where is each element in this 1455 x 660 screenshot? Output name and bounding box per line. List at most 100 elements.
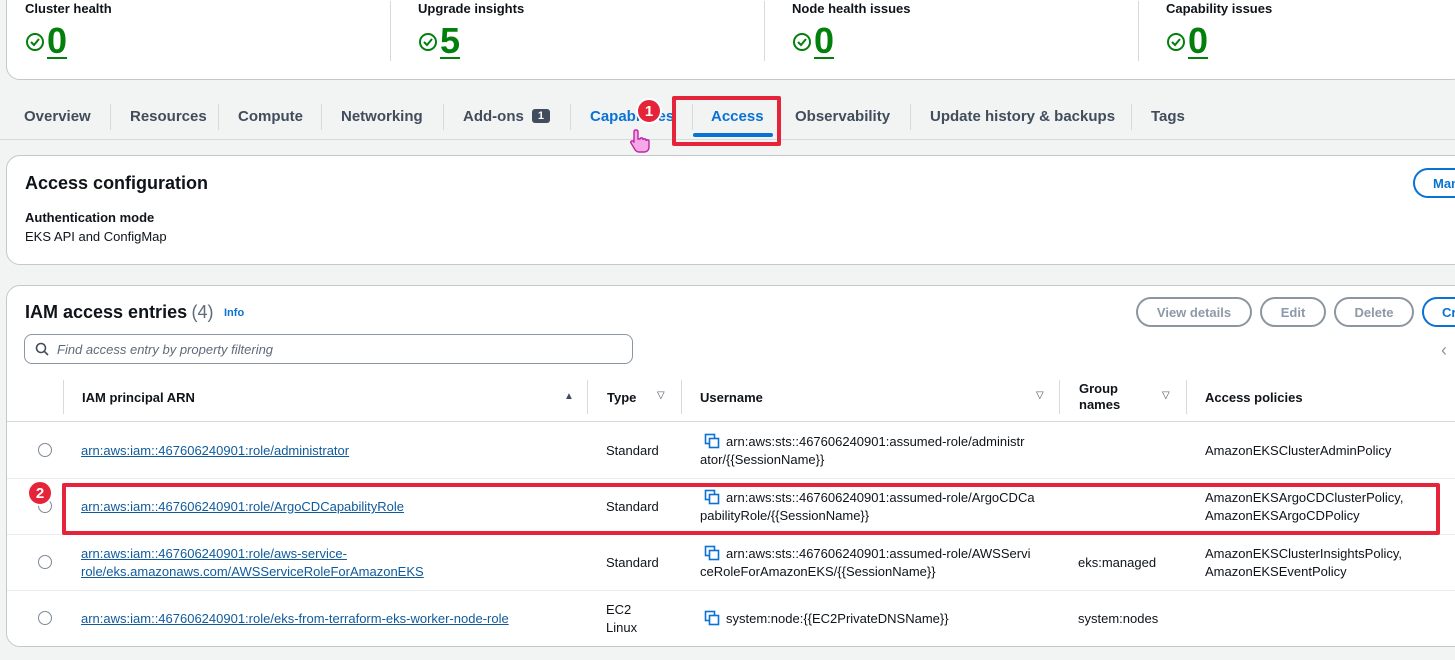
panel-header: IAM access entries (4) Info bbox=[25, 302, 244, 323]
sort-caret-icon[interactable]: ▽ bbox=[1036, 390, 1044, 401]
type-cell: Standard bbox=[606, 443, 659, 458]
principal-arn-link-line2[interactable]: role/eks.amazonaws.com/AWSServiceRoleFor… bbox=[81, 564, 424, 579]
type-cell: Standard bbox=[606, 555, 659, 570]
sort-ascending-icon[interactable]: ▲ bbox=[564, 391, 574, 402]
access-configuration-panel: Access configuration Manage Authenticati… bbox=[6, 155, 1455, 265]
row-radio[interactable] bbox=[38, 611, 52, 625]
group-names-cell: system:nodes bbox=[1078, 611, 1159, 626]
success-check-icon bbox=[26, 33, 44, 51]
tab-addons-label: Add-ons bbox=[463, 108, 524, 125]
metric-capability-issues: Capability issues 0 bbox=[1166, 1, 1272, 60]
column-header-policies[interactable]: Access policies bbox=[1205, 390, 1303, 405]
column-divider bbox=[1059, 380, 1060, 414]
panel-title: Access configuration bbox=[25, 173, 209, 193]
divider bbox=[1138, 1, 1139, 61]
panel-title: IAM access entries bbox=[25, 302, 188, 322]
metric-value-link[interactable]: 5 bbox=[440, 22, 460, 60]
create-button[interactable]: Create bbox=[1422, 297, 1455, 327]
policy-line1: AmazonEKSClusterInsightsPolicy, bbox=[1205, 546, 1403, 561]
policy-line2: AmazonEKSEventPolicy bbox=[1205, 564, 1347, 579]
success-check-icon bbox=[419, 33, 437, 51]
column-header-group-names[interactable]: Group names bbox=[1079, 381, 1120, 413]
table-row[interactable]: arn:aws:iam::467606240901:role/administr… bbox=[7, 423, 1455, 479]
tab-divider bbox=[1131, 104, 1132, 130]
metric-label: Node health issues bbox=[792, 1, 911, 16]
principal-arn-link[interactable]: arn:aws:iam::467606240901:role/eks-from-… bbox=[81, 611, 509, 626]
metric-label: Cluster health bbox=[25, 1, 112, 16]
tab-compute[interactable]: Compute bbox=[238, 108, 303, 125]
username-line2: ceRoleForAmazonEKS/{{SessionName}} bbox=[700, 564, 936, 579]
username-cell: arn:aws:sts::467606240901:assumed-role/A… bbox=[700, 545, 1030, 581]
column-divider bbox=[587, 380, 588, 414]
sort-caret-icon[interactable]: ▽ bbox=[657, 390, 665, 401]
username-line2: ator/{{SessionName}} bbox=[700, 452, 825, 467]
table-header: IAM principal ARN ▲ Type ▽ Username ▽ Gr… bbox=[7, 374, 1455, 422]
tab-addons[interactable]: Add-ons 1 bbox=[463, 108, 550, 125]
type-line2: Linux bbox=[606, 620, 638, 635]
username-line1: arn:aws:sts::467606240901:assumed-role/A… bbox=[726, 546, 1031, 561]
chevron-left-icon[interactable]: ‹ bbox=[1441, 340, 1447, 361]
tab-update-history[interactable]: Update history & backups bbox=[930, 108, 1115, 125]
copy-icon[interactable] bbox=[704, 610, 720, 626]
column-header-username[interactable]: Username bbox=[700, 390, 763, 405]
divider bbox=[390, 1, 391, 61]
tab-divider bbox=[443, 104, 444, 130]
type-line1: EC2 bbox=[606, 602, 632, 617]
tab-observability[interactable]: Observability bbox=[795, 108, 890, 125]
highlight-access-tab bbox=[672, 96, 781, 146]
success-check-icon bbox=[1167, 33, 1185, 51]
search-icon bbox=[35, 342, 49, 356]
column-header-type[interactable]: Type bbox=[607, 390, 636, 405]
step-1-badge: 1 bbox=[636, 98, 662, 124]
iam-access-entries-panel: IAM access entries (4) Info View details… bbox=[6, 285, 1455, 647]
column-header-arn[interactable]: IAM principal ARN bbox=[82, 390, 195, 405]
manage-button[interactable]: Manage bbox=[1413, 168, 1455, 198]
group-names-cell: eks:managed bbox=[1078, 555, 1157, 570]
principal-arn-link[interactable]: arn:aws:iam::467606240901:role/administr… bbox=[81, 443, 349, 458]
column-divider bbox=[63, 380, 64, 414]
username-cell: arn:aws:sts::467606240901:assumed-role/a… bbox=[700, 433, 1024, 469]
type-cell: EC2 Linux bbox=[606, 601, 637, 637]
sort-caret-icon[interactable]: ▽ bbox=[1162, 390, 1170, 401]
column-divider bbox=[1186, 380, 1187, 414]
table-row[interactable]: arn:aws:iam::467606240901:role/aws-servi… bbox=[7, 535, 1455, 591]
metric-value-link[interactable]: 0 bbox=[47, 22, 67, 60]
edit-button[interactable]: Edit bbox=[1260, 297, 1326, 327]
metric-value-link[interactable]: 0 bbox=[814, 22, 834, 60]
tab-divider bbox=[110, 104, 111, 130]
auth-mode-value: EKS API and ConfigMap bbox=[25, 229, 167, 244]
policy-cell: AmazonEKSClusterAdminPolicy bbox=[1205, 443, 1392, 458]
metric-upgrade-insights: Upgrade insights 5 bbox=[418, 1, 524, 60]
info-link[interactable]: Info bbox=[224, 307, 244, 319]
policy-cell: AmazonEKSClusterInsightsPolicy, AmazonEK… bbox=[1205, 545, 1402, 581]
metric-node-health: Node health issues 0 bbox=[792, 1, 910, 60]
metric-value-link[interactable]: 0 bbox=[1188, 22, 1208, 60]
tab-resources[interactable]: Resources bbox=[130, 108, 207, 125]
row-radio[interactable] bbox=[38, 443, 52, 457]
search-placeholder: Find access entry by property filtering bbox=[57, 341, 274, 357]
addons-count-badge: 1 bbox=[531, 109, 550, 123]
table-row[interactable]: arn:aws:iam::467606240901:role/eks-from-… bbox=[7, 591, 1455, 647]
entry-count: (4) bbox=[191, 302, 214, 322]
metric-label: Upgrade insights bbox=[418, 1, 525, 16]
metric-cluster-health: Cluster health 0 bbox=[25, 1, 112, 60]
column-header-group-line2: names bbox=[1079, 397, 1121, 412]
tab-networking[interactable]: Networking bbox=[341, 108, 423, 125]
step-2-badge: 2 bbox=[27, 480, 53, 506]
tab-divider bbox=[910, 104, 911, 130]
tab-tags[interactable]: Tags bbox=[1151, 108, 1185, 125]
view-details-button[interactable]: View details bbox=[1136, 297, 1252, 327]
auth-mode-label: Authentication mode bbox=[25, 210, 155, 225]
tab-divider bbox=[218, 104, 219, 130]
metric-label: Capability issues bbox=[1166, 1, 1273, 16]
highlight-argocd-row bbox=[62, 483, 1440, 535]
tab-overview[interactable]: Overview bbox=[24, 108, 91, 125]
search-input[interactable]: Find access entry by property filtering bbox=[24, 334, 633, 364]
divider bbox=[764, 1, 765, 61]
username-line1: arn:aws:sts::467606240901:assumed-role/a… bbox=[726, 434, 1025, 449]
principal-arn-link[interactable]: arn:aws:iam::467606240901:role/aws-servi… bbox=[81, 546, 347, 561]
delete-button[interactable]: Delete bbox=[1334, 297, 1414, 327]
tab-divider bbox=[570, 104, 571, 130]
row-radio[interactable] bbox=[38, 555, 52, 569]
username-cell: system:node:{{EC2PrivateDNSName}} bbox=[726, 611, 949, 626]
